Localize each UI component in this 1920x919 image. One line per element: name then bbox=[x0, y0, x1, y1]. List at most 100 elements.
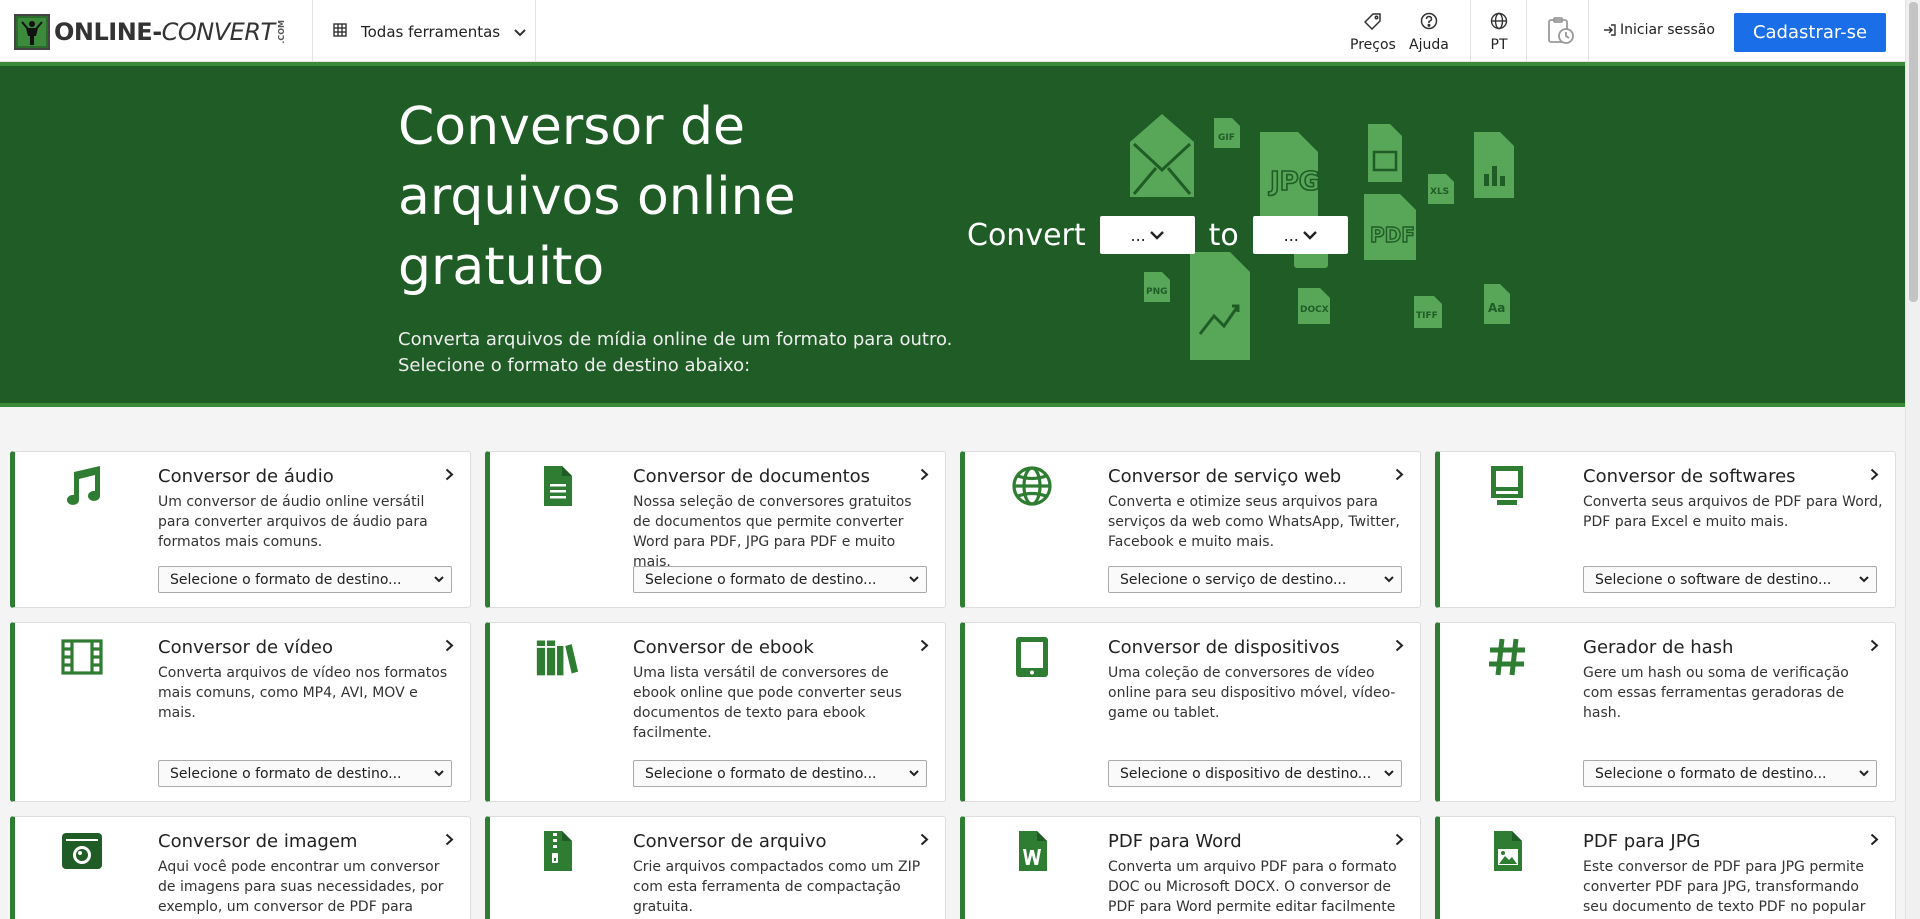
header-divider bbox=[1526, 0, 1527, 62]
card-description: Crie arquivos compactados como um ZIP co… bbox=[633, 859, 921, 915]
art-label-pdf: PDF bbox=[1370, 223, 1415, 247]
card-document-converter[interactable]: Conversor de documentos Nossa seleção de… bbox=[485, 451, 946, 608]
card-software-converter[interactable]: Conversor de softwares Converta seus arq… bbox=[1435, 451, 1896, 608]
card-image-converter[interactable]: Conversor de imagem Aqui você pode encon… bbox=[10, 816, 471, 919]
chevron-right-icon bbox=[1395, 637, 1404, 656]
hero-title: Conversor de arquivos online gratuito bbox=[398, 97, 796, 297]
login-link[interactable]: Iniciar sessão bbox=[1603, 22, 1715, 38]
hero-top-stripe bbox=[0, 62, 1905, 66]
card-device-converter[interactable]: Conversor de dispositivos Uma coleção de… bbox=[960, 622, 1421, 802]
scrollbar-thumb[interactable] bbox=[1909, 2, 1918, 302]
chevron-down-icon bbox=[1303, 230, 1317, 240]
chevron-down-icon bbox=[909, 770, 919, 777]
header-divider bbox=[1588, 0, 1589, 62]
card-description: Uma lista versátil de conversores de ebo… bbox=[633, 665, 902, 741]
history-button[interactable] bbox=[1545, 16, 1575, 50]
card-description: Este conversor de PDF para JPG permite c… bbox=[1583, 859, 1866, 915]
hero-bottom-stripe bbox=[0, 403, 1905, 407]
hero-subtitle-line-1: Converta arquivos de mídia online de um … bbox=[398, 329, 953, 350]
document-icon bbox=[535, 464, 579, 508]
chevron-down-icon bbox=[909, 576, 919, 583]
art-label-tiff: TIFF bbox=[1416, 311, 1438, 321]
card-pdf-to-jpg[interactable]: PDF para JPG Este conversor de PDF para … bbox=[1435, 816, 1896, 919]
header-divider bbox=[312, 0, 313, 62]
clipboard-clock-icon bbox=[1545, 16, 1575, 50]
converter-grid: Conversor de áudio Um conversor de áudio… bbox=[10, 451, 1896, 919]
image-file-icon bbox=[1368, 124, 1402, 182]
chevron-right-icon bbox=[920, 831, 929, 850]
to-label: to bbox=[1208, 217, 1239, 253]
computer-icon bbox=[1485, 464, 1529, 508]
target-format-dropdown[interactable]: Selecione o formato de destino... bbox=[633, 760, 927, 787]
card-audio-converter[interactable]: Conversor de áudio Um conversor de áudio… bbox=[10, 451, 471, 608]
logo-mark-icon bbox=[14, 14, 50, 50]
target-format-value: ... bbox=[1283, 225, 1299, 245]
card-description: Converta um arquivo PDF para o formato D… bbox=[1108, 859, 1397, 915]
logo-text-online: ONLINE- bbox=[54, 18, 162, 46]
dropdown-value: Selecione o formato de destino... bbox=[170, 765, 402, 782]
target-device-dropdown[interactable]: Selecione o dispositivo de destino... bbox=[1108, 760, 1402, 787]
chevron-down-icon bbox=[1859, 770, 1869, 777]
target-format-dropdown[interactable]: Selecione o formato de destino... bbox=[633, 566, 927, 593]
dropdown-value: Selecione o formato de destino... bbox=[645, 571, 877, 588]
card-title: Conversor de áudio bbox=[158, 466, 334, 487]
hash-icon bbox=[1485, 635, 1529, 679]
art-label-png: PNG bbox=[1146, 287, 1168, 297]
chevron-down-icon bbox=[514, 23, 526, 41]
card-hash-generator[interactable]: Gerador de hash Gere um hash ou soma de … bbox=[1435, 622, 1896, 802]
art-label-font: Aa bbox=[1488, 301, 1505, 315]
card-description: Gere um hash ou soma de verificação com … bbox=[1583, 665, 1849, 721]
card-ebook-converter[interactable]: Conversor de ebook Uma lista versátil de… bbox=[485, 622, 946, 802]
vertical-scrollbar[interactable] bbox=[1905, 0, 1920, 919]
target-software-dropdown[interactable]: Selecione o software de destino... bbox=[1583, 566, 1877, 593]
card-webservice-converter[interactable]: Conversor de serviço web Converta e otim… bbox=[960, 451, 1421, 608]
target-format-dropdown[interactable]: Selecione o formato de destino... bbox=[1583, 760, 1877, 787]
target-format-select[interactable]: ... bbox=[1252, 216, 1348, 254]
login-label: Iniciar sessão bbox=[1620, 22, 1715, 38]
tablet-icon bbox=[1010, 635, 1054, 679]
card-description: Um conversor de áudio online versátil pa… bbox=[158, 494, 428, 550]
card-title: Conversor de ebook bbox=[633, 637, 814, 658]
chevron-right-icon bbox=[1870, 831, 1879, 850]
chevron-down-icon bbox=[1384, 770, 1394, 777]
art-label-jpg: JPG bbox=[1268, 167, 1320, 197]
help-link[interactable]: Ajuda bbox=[1409, 12, 1449, 53]
card-title: Conversor de documentos bbox=[633, 466, 871, 487]
line-chart-file-icon bbox=[1190, 252, 1250, 360]
pricing-link[interactable]: Preços bbox=[1350, 12, 1396, 53]
convert-label: Convert bbox=[967, 217, 1086, 253]
card-description: Converta e otimize seus arquivos para se… bbox=[1108, 494, 1400, 550]
target-format-dropdown[interactable]: Selecione o formato de destino... bbox=[158, 760, 452, 787]
word-file-icon bbox=[1010, 829, 1054, 873]
camera-icon bbox=[60, 829, 104, 873]
chevron-right-icon bbox=[1870, 637, 1879, 656]
card-pdf-to-word[interactable]: PDF para Word Converta um arquivo PDF pa… bbox=[960, 816, 1421, 919]
target-service-dropdown[interactable]: Selecione o serviço de destino... bbox=[1108, 566, 1402, 593]
globe-icon bbox=[1490, 12, 1508, 34]
chevron-right-icon bbox=[920, 466, 929, 485]
card-video-converter[interactable]: Conversor de vídeo Converta arquivos de … bbox=[10, 622, 471, 802]
card-description: Converta arquivos de vídeo nos formatos … bbox=[158, 665, 448, 721]
signup-button[interactable]: Cadastrar-se bbox=[1734, 13, 1886, 52]
help-label: Ajuda bbox=[1409, 37, 1449, 53]
art-label-gif: GIF bbox=[1218, 133, 1235, 143]
chevron-right-icon bbox=[1395, 831, 1404, 850]
chevron-right-icon bbox=[445, 831, 454, 850]
music-note-icon bbox=[60, 464, 104, 508]
logo[interactable]: ONLINE-CONVERT .COM bbox=[14, 14, 286, 50]
hero-subtitle: Converta arquivos de mídia online de um … bbox=[398, 327, 958, 379]
image-file-icon bbox=[1485, 829, 1529, 873]
source-format-select[interactable]: ... bbox=[1099, 216, 1195, 254]
art-label-docx: DOCX bbox=[1300, 305, 1329, 315]
all-tools-button[interactable]: Todas ferramentas bbox=[333, 19, 526, 45]
card-title: Gerador de hash bbox=[1583, 637, 1734, 658]
language-selector[interactable]: PT bbox=[1490, 12, 1508, 53]
card-archive-converter[interactable]: Conversor de arquivo Crie arquivos compa… bbox=[485, 816, 946, 919]
art-label-xls: XLS bbox=[1430, 187, 1449, 197]
sign-in-icon bbox=[1604, 24, 1616, 36]
pricing-label: Preços bbox=[1350, 37, 1396, 53]
target-format-dropdown[interactable]: Selecione o formato de destino... bbox=[158, 566, 452, 593]
card-title: PDF para Word bbox=[1108, 831, 1242, 852]
hero-subtitle-line-2: Selecione o formato de destino abaixo: bbox=[398, 355, 751, 376]
card-title: Conversor de dispositivos bbox=[1108, 637, 1340, 658]
